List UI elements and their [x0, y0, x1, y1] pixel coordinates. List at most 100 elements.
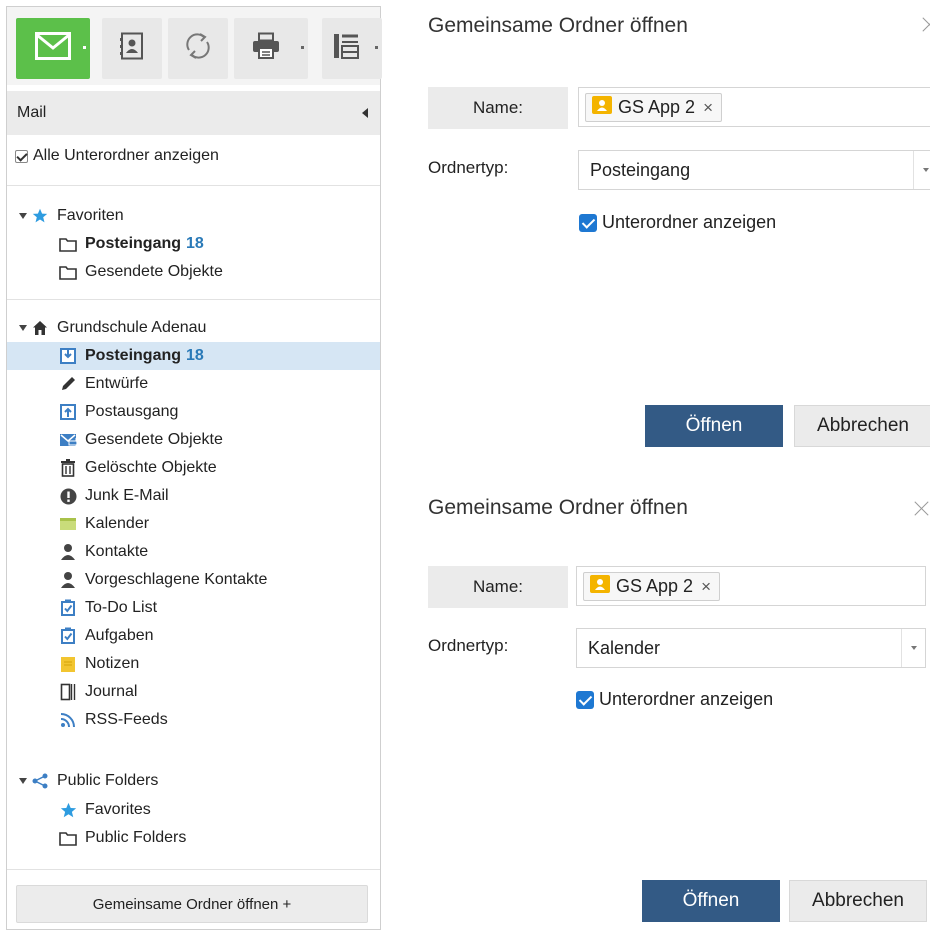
favorites-group[interactable]: Favoriten — [7, 202, 380, 230]
mailbox-item-postausgang[interactable]: Postausgang — [7, 398, 380, 426]
view-layout-icon — [333, 32, 359, 65]
open-shared-folders-dialog: Gemeinsame Ordner öffnen Name: GS App 2 … — [415, 480, 930, 930]
star-icon — [31, 207, 49, 225]
unread-count: 18 — [186, 235, 204, 252]
mailbox-item-kontakte[interactable]: Kontakte — [7, 538, 380, 566]
mail-dropdown-icon[interactable] — [83, 46, 86, 49]
view-layout-button[interactable] — [322, 18, 382, 79]
close-icon[interactable] — [914, 500, 930, 516]
divider — [7, 299, 380, 300]
mail-icon — [35, 32, 71, 65]
folder-icon — [59, 263, 77, 281]
mailbox-item-todo-list[interactable]: To-Do List — [7, 594, 380, 622]
expand-icon[interactable] — [19, 213, 27, 219]
mail-button[interactable] — [16, 18, 90, 79]
show-subfolders-label: Unterordner anzeigen — [602, 212, 777, 232]
mailbox-item-kalender[interactable]: Kalender — [7, 510, 380, 538]
toolbar — [7, 7, 382, 85]
folder-type-label: Ordnertyp: — [428, 158, 509, 177]
name-input[interactable]: GS App 2 × — [576, 566, 926, 606]
dialog-title: Gemeinsame Ordner öffnen — [428, 14, 688, 37]
folder-type-value: Posteingang — [590, 159, 691, 180]
folder-label: Posteingang — [85, 235, 182, 252]
close-icon[interactable] — [922, 16, 930, 32]
pencil-icon — [59, 375, 77, 393]
folder-label: Gelöschte Objekte — [85, 459, 217, 476]
show-subfolders-checkbox[interactable] — [576, 690, 594, 709]
cancel-button[interactable]: Abbrechen — [794, 405, 930, 447]
star-icon — [59, 801, 77, 819]
mailbox-item-rss-feeds[interactable]: RSS-Feeds — [7, 706, 380, 734]
sync-button[interactable] — [168, 18, 228, 79]
show-subfolders-option[interactable]: Unterordner anzeigen — [576, 689, 773, 710]
folder-label: Vorgeschlagene Kontakte — [85, 571, 268, 588]
mail-header-label: Mail — [17, 104, 47, 121]
public-item-public-folders[interactable]: Public Folders — [7, 824, 380, 852]
cancel-button[interactable]: Abbrechen — [789, 880, 927, 922]
show-subfolders-label: Unterordner anzeigen — [599, 689, 774, 709]
contact-icon — [59, 571, 77, 589]
task-icon — [59, 627, 77, 645]
folder-label: To-Do List — [85, 599, 158, 616]
show-subfolders-checkbox[interactable] — [579, 213, 597, 232]
junk-icon — [59, 487, 77, 505]
sent-icon — [59, 431, 77, 449]
show-subfolders-option[interactable]: Unterordner anzeigen — [579, 212, 776, 233]
folder-label: Favorites — [85, 801, 151, 818]
show-all-subfolders-checkbox[interactable] — [15, 149, 28, 163]
chevron-down-icon[interactable] — [901, 629, 925, 667]
navigation-panel: Mail Alle Unterordner anzeigen Favoriten… — [6, 6, 382, 930]
print-dropdown-icon[interactable] — [301, 46, 304, 49]
mailbox-group[interactable]: Grundschule Adenau — [7, 314, 380, 342]
print-icon — [251, 32, 281, 65]
show-all-subfolders-option[interactable]: Alle Unterordner anzeigen — [15, 147, 219, 165]
show-all-subfolders-label: Alle Unterordner anzeigen — [33, 147, 219, 164]
favorites-item-posteingang[interactable]: Posteingang 18 — [7, 230, 380, 258]
favorites-item-gesendete-objekte[interactable]: Gesendete Objekte — [7, 258, 380, 286]
print-button[interactable] — [234, 18, 308, 79]
divider — [7, 869, 380, 870]
chip-label: GS App 2 — [616, 576, 694, 596]
folder-type-select[interactable]: Kalender — [576, 628, 926, 668]
sync-icon — [183, 31, 213, 66]
mailbox-item-geloeschte-objekte[interactable]: Gelöschte Objekte — [7, 454, 380, 482]
chevron-down-icon[interactable] — [913, 151, 930, 189]
mailbox-item-vorgeschlagene-kontakte[interactable]: Vorgeschlagene Kontakte — [7, 566, 380, 594]
collapse-panel-icon[interactable] — [362, 108, 368, 118]
open-button[interactable]: Öffnen — [642, 880, 780, 922]
name-input[interactable]: GS App 2 × — [578, 87, 930, 127]
rss-icon — [59, 711, 77, 729]
open-shared-folders-button[interactable]: Gemeinsame Ordner öffnen + — [16, 885, 368, 923]
view-dropdown-icon[interactable] — [375, 46, 378, 49]
mailbox-item-aufgaben[interactable]: Aufgaben — [7, 622, 380, 650]
expand-icon[interactable] — [19, 778, 27, 784]
expand-icon[interactable] — [19, 325, 27, 331]
address-book-button[interactable] — [102, 18, 162, 79]
folder-type-select[interactable]: Posteingang — [578, 150, 930, 190]
folder-label: Posteingang — [85, 347, 182, 364]
public-folders-group[interactable]: Public Folders — [7, 767, 380, 795]
folder-label: Junk E-Mail — [85, 487, 169, 504]
unread-count: 18 — [186, 347, 204, 364]
folder-label: Entwürfe — [85, 375, 149, 392]
chip-label: GS App 2 — [618, 97, 696, 117]
mailbox-item-journal[interactable]: Journal — [7, 678, 380, 706]
recipient-chip[interactable]: GS App 2 × — [583, 572, 720, 601]
public-item-favorites[interactable]: Favorites — [7, 796, 380, 824]
mailbox-item-gesendete-objekte[interactable]: Gesendete Objekte — [7, 426, 380, 454]
open-button[interactable]: Öffnen — [645, 405, 783, 447]
folder-label: Journal — [85, 683, 138, 700]
contact-card-icon — [590, 575, 610, 598]
folder-label: Public Folders — [85, 829, 187, 846]
mailbox-item-junk-email[interactable]: Junk E-Mail — [7, 482, 380, 510]
recipient-chip[interactable]: GS App 2 × — [585, 93, 722, 122]
mailbox-item-posteingang[interactable]: Posteingang 18 — [7, 342, 380, 370]
journal-icon — [59, 683, 77, 701]
contact-card-icon — [592, 96, 612, 119]
public-folders-label: Public Folders — [57, 772, 159, 789]
mailbox-item-notizen[interactable]: Notizen — [7, 650, 380, 678]
mailbox-item-entwuerfe[interactable]: Entwürfe — [7, 370, 380, 398]
mail-section-header[interactable]: Mail — [7, 91, 380, 135]
remove-chip-icon[interactable]: × — [701, 577, 711, 597]
remove-chip-icon[interactable]: × — [703, 98, 713, 118]
